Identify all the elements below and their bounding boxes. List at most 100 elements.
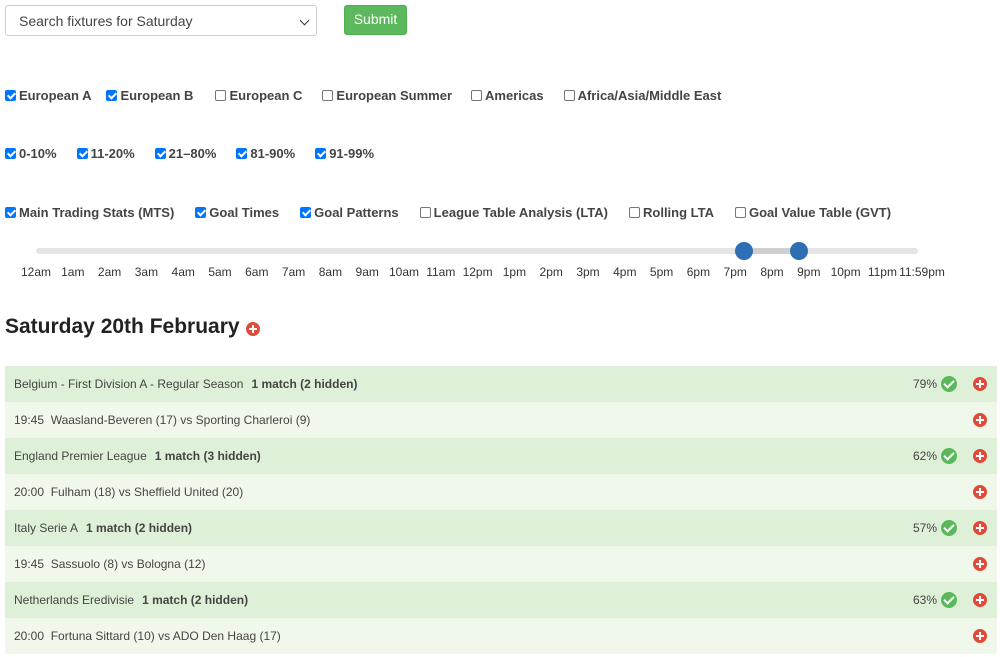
time-tick-label: 11pm <box>867 265 897 279</box>
range-filter-row: 0-10% 11-20% 21–80% 81-90% 91-99% <box>5 146 392 161</box>
checkbox-icon[interactable] <box>563 90 575 101</box>
time-tick-label: 4am <box>171 265 195 279</box>
check-circle-icon <box>941 592 957 608</box>
checkbox-checked-icon[interactable] <box>5 148 16 159</box>
range-checkbox-81-90[interactable]: 81-90% <box>236 146 295 161</box>
range-checkbox-11-20[interactable]: 11-20% <box>76 146 135 161</box>
checkbox-icon[interactable] <box>629 207 640 218</box>
time-tick-label: 12pm <box>462 265 493 279</box>
stats-checkbox-goal-patterns[interactable]: Goal Patterns <box>300 205 399 220</box>
range-checkbox-21-80[interactable]: 21–80% <box>154 146 216 161</box>
league-name[interactable]: Italy Serie A <box>14 521 78 535</box>
league-row: Belgium - First Division A - Regular Sea… <box>5 366 997 402</box>
fixtures-table: Belgium - First Division A - Regular Sea… <box>5 366 997 654</box>
time-tick-label: 1pm <box>502 265 527 279</box>
match-row: 19:45 Sassuolo (8) vs Bologna (12) <box>5 546 997 582</box>
region-checkbox-africa-asia-middle-east[interactable]: Africa/Asia/Middle East <box>563 88 721 103</box>
match-row: 20:00 Fortuna Sittard (10) vs ADO Den Ha… <box>5 618 997 654</box>
range-checkbox-91-99[interactable]: 91-99% <box>315 146 374 161</box>
stats-checkbox-lta[interactable]: League Table Analysis (LTA) <box>419 205 608 220</box>
time-tick-label: 10pm <box>830 265 861 279</box>
match-row: 20:00 Fulham (18) vs Sheffield United (2… <box>5 474 997 510</box>
checkbox-checked-icon[interactable] <box>300 207 312 218</box>
match-count: 1 match (2 hidden) <box>142 593 249 607</box>
league-row: England Premier League 1 match (3 hidden)… <box>5 438 997 474</box>
league-percentage: 63% <box>913 592 957 608</box>
region-checkbox-americas[interactable]: Americas <box>471 88 544 103</box>
match-text[interactable]: 19:45 Sassuolo (8) vs Bologna (12) <box>14 557 205 571</box>
checkbox-checked-icon[interactable] <box>154 148 166 159</box>
add-circle-icon[interactable] <box>973 521 987 535</box>
time-tick-label: 12am <box>20 265 52 279</box>
add-circle-icon[interactable] <box>973 485 987 499</box>
checkbox-checked-icon[interactable] <box>315 148 327 159</box>
check-circle-icon <box>941 520 957 536</box>
fixture-search-select[interactable]: Search fixtures for Saturday <box>5 5 317 36</box>
league-name[interactable]: Belgium - First Division A - Regular Sea… <box>14 377 243 391</box>
checkbox-icon[interactable] <box>215 90 227 101</box>
check-circle-icon <box>941 376 957 392</box>
time-slider-ticks: 12am 1am 2am 3am 4am 5am 6am 7am 8am 9am 10am 11am 1… <box>0 265 1000 281</box>
add-circle-icon[interactable] <box>245 322 260 336</box>
region-checkbox-european-c[interactable]: European C <box>215 88 302 103</box>
time-tick-label: 8pm <box>760 265 784 279</box>
time-tick-label: 11:59pm <box>899 265 945 279</box>
time-tick-label: 5am <box>208 265 232 279</box>
checkbox-icon[interactable] <box>322 90 334 101</box>
add-circle-icon[interactable] <box>973 377 987 391</box>
time-tick-label: 2am <box>97 265 122 279</box>
stats-checkbox-rolling-lta[interactable]: Rolling LTA <box>629 205 714 220</box>
checkbox-icon[interactable] <box>735 207 746 218</box>
league-name[interactable]: Netherlands Eredivisie <box>14 593 134 607</box>
league-name[interactable]: England Premier League <box>14 449 147 463</box>
time-tick-label: 1am <box>61 265 85 279</box>
match-text[interactable]: 20:00 Fulham (18) vs Sheffield United (2… <box>14 485 243 499</box>
league-percentage: 57% <box>913 520 957 536</box>
time-slider-to-handle[interactable] <box>790 242 808 260</box>
checkbox-checked-icon[interactable] <box>106 90 118 101</box>
time-tick-label: 9am <box>355 265 379 279</box>
time-tick-label: 6am <box>245 265 269 279</box>
match-row: 19:45 Waasland-Beveren (17) vs Sporting … <box>5 402 997 438</box>
day-heading: Saturday 20th February <box>5 315 260 339</box>
checkbox-checked-icon[interactable] <box>5 90 16 101</box>
time-tick-label: 3pm <box>576 265 600 279</box>
checkbox-checked-icon[interactable] <box>76 148 88 159</box>
stats-checkbox-goal-times[interactable]: Goal Times <box>195 205 279 220</box>
match-count: 1 match (3 hidden) <box>154 449 261 463</box>
add-circle-icon[interactable] <box>973 593 987 607</box>
add-circle-icon[interactable] <box>973 449 987 463</box>
time-tick-label: 11am <box>426 265 456 279</box>
add-circle-icon[interactable] <box>973 557 987 571</box>
range-checkbox-0-10[interactable]: 0-10% <box>5 146 57 161</box>
league-row: Netherlands Eredivisie 1 match (2 hidden)… <box>5 582 997 618</box>
add-circle-icon[interactable] <box>973 629 987 643</box>
check-circle-icon <box>941 448 957 464</box>
percentage-value: 63% <box>912 593 937 607</box>
checkbox-checked-icon[interactable] <box>5 207 16 218</box>
time-tick-label: 5pm <box>649 265 674 279</box>
region-filter-row: European A European B European C Europea… <box>5 88 739 103</box>
region-checkbox-european-b[interactable]: European B <box>106 88 193 103</box>
time-tick-label: 7pm <box>723 265 747 279</box>
time-tick-label: 6pm <box>686 265 711 279</box>
region-checkbox-european-a[interactable]: European A <box>5 88 91 103</box>
match-text[interactable]: 19:45 Waasland-Beveren (17) vs Sporting … <box>14 413 310 427</box>
checkbox-icon[interactable] <box>419 207 431 218</box>
time-tick-label: 10am <box>388 265 420 279</box>
stats-checkbox-mts[interactable]: Main Trading Stats (MTS) <box>5 205 174 220</box>
time-tick-label: 7am <box>281 265 306 279</box>
stats-checkbox-gvt[interactable]: Goal Value Table (GVT) <box>735 205 891 220</box>
league-percentage: 79% <box>913 376 957 392</box>
add-circle-icon[interactable] <box>973 413 987 427</box>
time-slider-from-handle[interactable] <box>735 242 753 260</box>
checkbox-checked-icon[interactable] <box>236 148 248 159</box>
checkbox-icon[interactable] <box>471 90 483 101</box>
time-tick-label: 2pm <box>539 265 563 279</box>
submit-button[interactable]: Submit <box>344 5 407 35</box>
checkbox-checked-icon[interactable] <box>195 207 207 218</box>
region-checkbox-european-summer[interactable]: European Summer <box>322 88 452 103</box>
league-row: Italy Serie A 1 match (2 hidden) 57% <box>5 510 997 546</box>
league-percentage: 62% <box>913 448 957 464</box>
match-text[interactable]: 20:00 Fortuna Sittard (10) vs ADO Den Ha… <box>14 629 281 643</box>
